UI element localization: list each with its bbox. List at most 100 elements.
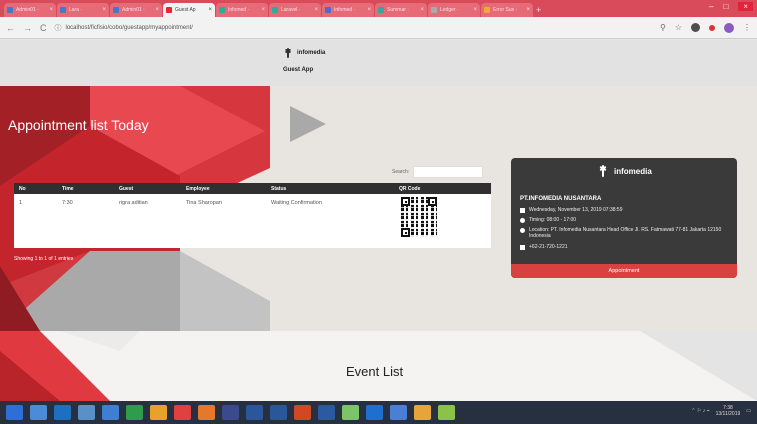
tab-close-icon[interactable]: × xyxy=(420,7,424,13)
table-search: Search: xyxy=(392,166,484,178)
zoom-icon[interactable]: ⚲ xyxy=(660,23,666,32)
outlook-icon[interactable] xyxy=(102,405,119,420)
tab-favicon-icon xyxy=(325,7,331,13)
maximize-icon[interactable]: □ xyxy=(723,2,728,11)
window-close-icon[interactable]: × xyxy=(738,2,753,11)
column-header-employee[interactable]: Employee xyxy=(183,186,268,192)
column-header-guest[interactable]: Guest xyxy=(116,186,183,192)
tab-close-icon[interactable]: × xyxy=(102,7,106,13)
app-icon[interactable] xyxy=(390,405,407,420)
tab-close-icon[interactable]: × xyxy=(367,7,371,13)
vscode-icon[interactable] xyxy=(366,405,383,420)
column-header-status[interactable]: Status xyxy=(268,186,396,192)
tab-close-icon[interactable]: × xyxy=(49,7,53,13)
table-info: Showing 1 to 1 of 1 entries xyxy=(14,256,74,262)
app-icon-2[interactable] xyxy=(414,405,431,420)
site-info-icon[interactable]: ⓘ xyxy=(55,23,62,33)
qr-code-image[interactable] xyxy=(401,197,437,237)
taskbar-clock[interactable]: 7:38 13/11/2019 xyxy=(716,405,741,417)
firefox-icon[interactable] xyxy=(198,405,215,420)
tab-close-icon[interactable]: × xyxy=(261,7,265,13)
search-input[interactable] xyxy=(413,166,484,178)
appointment-table: No Time Guest Employee Status QR Code 1 … xyxy=(14,183,491,248)
tab-close-icon[interactable]: × xyxy=(526,7,530,13)
window-controls: – □ × xyxy=(709,2,753,11)
calendar-icon xyxy=(520,208,525,213)
browser-tab[interactable]: Lara · × xyxy=(57,3,109,17)
word-document-icon[interactable] xyxy=(270,405,287,420)
search-label: Search: xyxy=(392,169,410,175)
browser-tab-active[interactable]: Guest Ap × xyxy=(163,3,215,17)
taskbar: ⌃ ⚐ ♪ ⌁ 7:38 13/11/2019 ▭ xyxy=(0,401,757,424)
table-header: No Time Guest Employee Status QR Code xyxy=(14,183,491,194)
app-logo[interactable]: infomedia xyxy=(282,48,325,58)
tab-close-icon[interactable]: × xyxy=(155,7,159,13)
browser-tab[interactable]: Error Sus · × xyxy=(481,3,533,17)
minimize-icon[interactable]: – xyxy=(709,2,713,11)
bookmark-star-icon[interactable]: ☆ xyxy=(675,23,682,32)
tab-label: Error Sus · xyxy=(493,7,518,13)
notifications-icon[interactable]: ▭ xyxy=(746,408,751,414)
profile-avatar[interactable] xyxy=(724,22,734,33)
browser-tab[interactable]: Laravel · × xyxy=(269,3,321,17)
browser-tab-bar: Admin01 · × Lara · × Admin01 · × Guest Ap × … xyxy=(0,0,757,17)
powerpoint-icon[interactable] xyxy=(294,405,311,420)
task-view-icon[interactable] xyxy=(30,405,47,420)
tab-favicon-icon xyxy=(272,7,278,13)
company-logo-text: infomedia xyxy=(614,166,652,176)
browser-tab[interactable]: Infomed · × xyxy=(322,3,374,17)
new-tab-button[interactable]: + xyxy=(536,5,546,15)
infomedia-logo-icon xyxy=(282,48,294,58)
browser-tab[interactable]: Admin01 · × xyxy=(4,3,56,17)
phone-icon xyxy=(520,245,525,250)
phone-row: +62-21-720-1221 xyxy=(520,244,730,250)
photoshop-icon[interactable] xyxy=(318,405,335,420)
tab-close-icon[interactable]: × xyxy=(208,7,212,13)
edge-browser-icon[interactable] xyxy=(54,405,71,420)
spreadsheet-app-icon[interactable] xyxy=(126,405,143,420)
browser-tab[interactable]: Summar · × xyxy=(375,3,427,17)
clock-icon xyxy=(520,218,525,223)
browser-tab[interactable]: Admin01 · × xyxy=(110,3,162,17)
chrome-icon[interactable] xyxy=(174,405,191,420)
appointment-button[interactable]: Appointment xyxy=(511,264,737,278)
tab-favicon-icon xyxy=(219,7,225,13)
column-header-qr-code[interactable]: QR Code xyxy=(396,186,491,192)
cell-guest: rigra aditian xyxy=(119,200,148,206)
url-field[interactable]: ⓘ localhost/ficfisio/cobo/guestapp/myapp… xyxy=(55,20,660,35)
extension-icon[interactable] xyxy=(691,23,700,32)
tab-close-icon[interactable]: × xyxy=(473,7,477,13)
back-icon[interactable]: ← xyxy=(6,23,15,33)
address-bar: ← → C ⓘ localhost/ficfisio/cobo/guestapp… xyxy=(0,17,757,39)
tab-label: Infomed · xyxy=(334,7,356,13)
browser-toolbar: ⚲ ☆ ⋮ xyxy=(660,22,751,33)
cell-qr-code xyxy=(396,194,491,248)
app-icon-3[interactable] xyxy=(438,405,455,420)
column-header-no[interactable]: No xyxy=(14,186,59,192)
tab-close-icon[interactable]: × xyxy=(314,7,318,13)
notepad-icon[interactable] xyxy=(342,405,359,420)
forward-icon[interactable]: → xyxy=(23,23,32,33)
table-row: 1 7:30 rigra aditian Tina Sharopan Waiti… xyxy=(14,194,491,248)
tray-icons[interactable]: ⌃ ⚐ ♪ ⌁ xyxy=(691,408,709,414)
browser-tab[interactable]: Ledger · × xyxy=(428,3,480,17)
mail-icon[interactable] xyxy=(222,405,239,420)
start-windows-icon[interactable] xyxy=(6,405,23,420)
browser-tab[interactable]: Infomed · × xyxy=(216,3,268,17)
tab-favicon-icon xyxy=(7,7,13,13)
reload-icon[interactable]: C xyxy=(40,23,47,33)
tab-favicon-icon xyxy=(60,7,66,13)
system-tray: ⌃ ⚐ ♪ ⌁ 7:38 13/11/2019 ▭ xyxy=(691,405,751,417)
menu-kebab-icon[interactable]: ⋮ xyxy=(743,23,751,32)
tab-favicon-icon xyxy=(113,7,119,13)
sticky-app-icon[interactable] xyxy=(78,405,95,420)
folder-icon[interactable] xyxy=(150,405,167,420)
clock-date: 13/11/2019 xyxy=(715,411,741,417)
company-card: infomedia PT.INFOMEDIA NUSANTARA Wednesd… xyxy=(511,158,737,278)
tab-label: Admin01 · xyxy=(16,7,39,13)
extension-badge-icon[interactable] xyxy=(709,24,715,31)
word-icon[interactable] xyxy=(246,405,263,420)
column-header-time[interactable]: Time xyxy=(59,186,116,192)
timing-row: Timing: 08:00 - 17:00 xyxy=(520,217,730,223)
location-text: Location: PT. Infomedia Nusantara Head O… xyxy=(529,227,722,239)
